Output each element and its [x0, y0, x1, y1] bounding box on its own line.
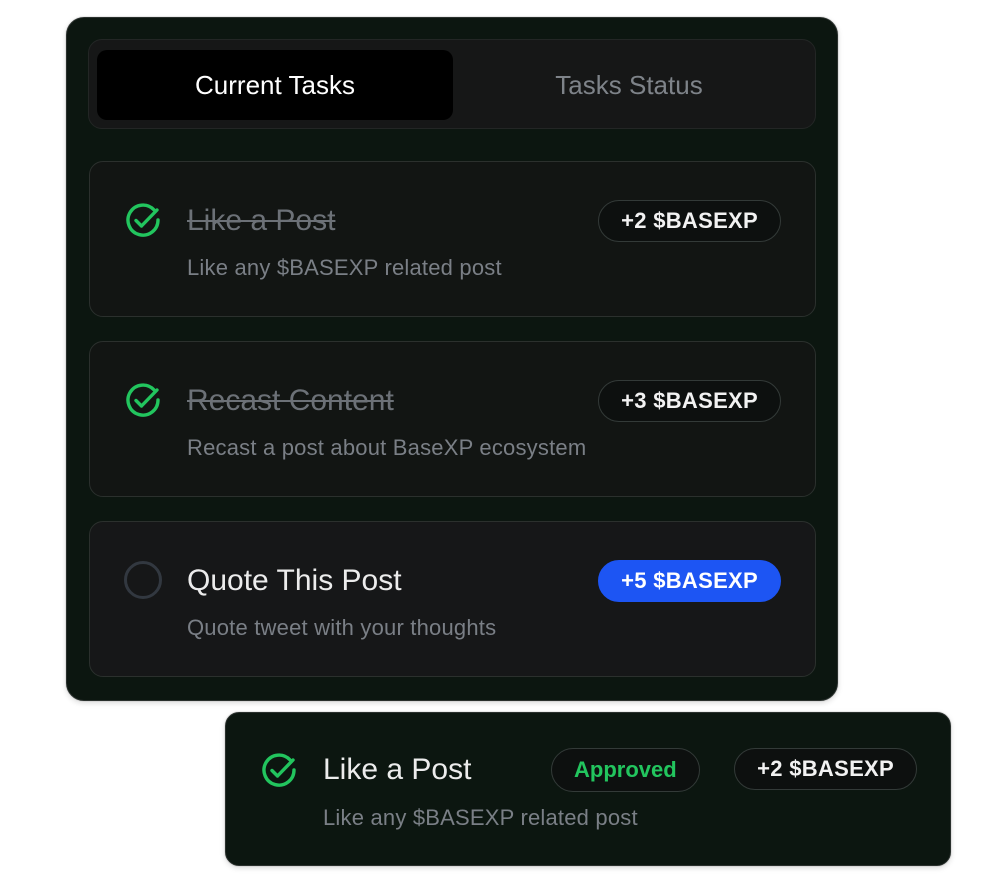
task-title: Like a Post — [323, 753, 472, 786]
tab-bar: Current Tasks Tasks Status — [88, 39, 816, 129]
reward-badge: +2 $BASEXP — [598, 200, 781, 242]
task-title: Quote This Post — [187, 564, 402, 597]
task-card-like-post[interactable]: Like a Post Like any $BASEXP related pos… — [89, 161, 816, 317]
reward-badge: +2 $BASEXP — [734, 748, 917, 790]
task-description: Like any $BASEXP related post — [187, 255, 502, 280]
check-circle-icon[interactable] — [123, 200, 163, 240]
task-card-recast-content[interactable]: Recast Content Recast a post about BaseX… — [89, 341, 816, 497]
empty-circle-icon[interactable] — [123, 560, 163, 600]
reward-badge: +5 $BASEXP — [598, 560, 781, 602]
task-description: Recast a post about BaseXP ecosystem — [187, 435, 587, 460]
task-card-quote-post[interactable]: Quote This Post Quote tweet with your th… — [89, 521, 816, 677]
approved-badge: Approved — [551, 748, 700, 792]
reward-badge: +3 $BASEXP — [598, 380, 781, 422]
task-description: Quote tweet with your thoughts — [187, 615, 497, 640]
tab-current-tasks[interactable]: Current Tasks — [97, 50, 453, 120]
task-title: Like a Post — [187, 204, 336, 237]
task-title: Recast Content — [187, 384, 394, 417]
task-status-card: Like a Post Like any $BASEXP related pos… — [225, 712, 951, 866]
tab-tasks-status[interactable]: Tasks Status — [451, 50, 807, 120]
check-circle-icon — [259, 750, 299, 790]
task-description: Like any $BASEXP related post — [323, 805, 638, 830]
check-circle-icon[interactable] — [123, 380, 163, 420]
